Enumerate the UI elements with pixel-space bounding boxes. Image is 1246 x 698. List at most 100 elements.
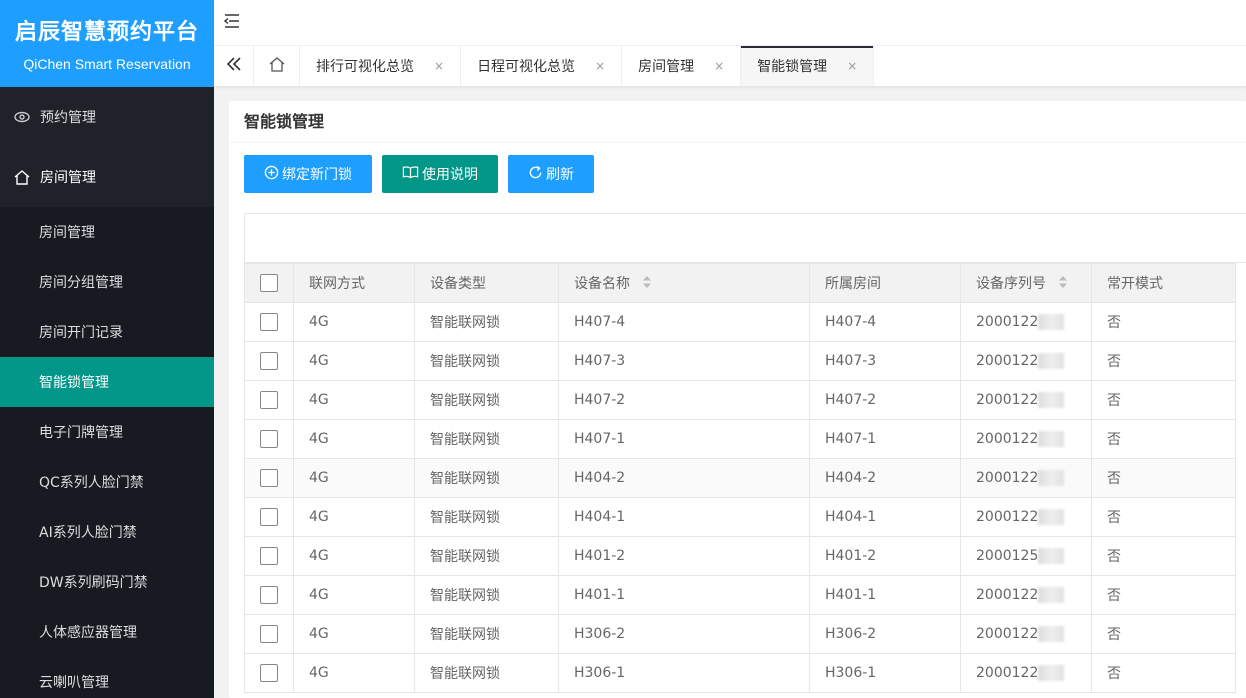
col-label: 设备名称 (574, 276, 630, 292)
sort-icon[interactable] (642, 275, 652, 293)
refresh-icon (528, 165, 546, 184)
table-row: 4G 智能联网锁 H401-2 H401-2 2000125 否 (244, 536, 1236, 576)
cell-normally-open: 否 (1091, 302, 1236, 342)
redacted-mask (1038, 548, 1065, 564)
row-select-cell[interactable] (244, 380, 294, 420)
cell-serial: 2000122 (960, 458, 1092, 498)
table-row: 4G 智能联网锁 H407-4 H407-4 2000122 否 (244, 302, 1236, 342)
col-device-type: 设备类型 (414, 263, 559, 303)
cell-normally-open: 否 (1091, 341, 1236, 381)
sidebar-item-reservation[interactable]: 预约管理 (0, 87, 214, 147)
manual-button[interactable]: 使用说明 (382, 155, 498, 193)
sidebar-subitem-room-manage[interactable]: 房间管理 (0, 207, 214, 257)
room-submenu: 房间管理 房间分组管理 房间开门记录 智能锁管理 电子门牌管理 QC系列人脸门禁… (0, 207, 214, 698)
brand-logo[interactable]: 启辰智慧预约平台 QiChen Smart Reservation (0, 0, 214, 87)
sidebar-subitem-qc-face[interactable]: QC系列人脸门禁 (0, 457, 214, 507)
cell-serial: 2000122 (960, 302, 1092, 342)
cell-network: 4G (293, 380, 415, 420)
bind-lock-button[interactable]: 绑定新门锁 (244, 155, 372, 193)
row-checkbox[interactable] (260, 664, 278, 682)
row-checkbox[interactable] (260, 547, 278, 565)
cell-serial: 2000122 (960, 380, 1092, 420)
row-select-cell[interactable] (244, 458, 294, 498)
row-checkbox[interactable] (260, 352, 278, 370)
cell-device-type: 智能联网锁 (414, 380, 559, 420)
sidebar-item-label: 预约管理 (40, 110, 96, 126)
cell-room: H401-2 (809, 536, 961, 576)
sort-icon[interactable] (1058, 275, 1068, 293)
sidebar-subitem-room-group[interactable]: 房间分组管理 (0, 257, 214, 307)
sidebar-subitem-door-plate[interactable]: 电子门牌管理 (0, 407, 214, 457)
cell-device-name: H404-2 (558, 458, 810, 498)
sidebar-subitem-ai-face[interactable]: AI系列人脸门禁 (0, 507, 214, 557)
serial-text: 2000122 (976, 626, 1039, 642)
sidebar-item-room[interactable]: 房间管理 (0, 147, 214, 207)
redacted-mask (1038, 431, 1065, 447)
tab-smart-lock[interactable]: 智能锁管理 × (741, 46, 875, 86)
row-checkbox[interactable] (260, 313, 278, 331)
table-row: 4G 智能联网锁 H306-2 H306-2 2000122 否 (244, 614, 1236, 654)
cell-network: 4G (293, 614, 415, 654)
tab-rank-overview[interactable]: 排行可视化总览 × (300, 46, 462, 86)
cell-device-type: 智能联网锁 (414, 458, 559, 498)
redacted-mask (1038, 587, 1065, 603)
row-select-cell[interactable] (244, 614, 294, 654)
serial-text: 2000122 (976, 314, 1039, 330)
tab-schedule-overview[interactable]: 日程可视化总览 × (461, 46, 623, 86)
cell-device-type: 智能联网锁 (414, 536, 559, 576)
row-select-cell[interactable] (244, 536, 294, 576)
row-select-cell[interactable] (244, 341, 294, 381)
serial-text: 2000122 (976, 431, 1039, 447)
cell-network: 4G (293, 653, 415, 693)
cell-room: H407-1 (809, 419, 961, 459)
row-checkbox[interactable] (260, 391, 278, 409)
select-all-cell[interactable] (244, 263, 294, 303)
sidebar-subitem-dw-code[interactable]: DW系列刷码门禁 (0, 557, 214, 607)
sidebar-subitem-smart-lock[interactable]: 智能锁管理 (0, 357, 214, 407)
cell-network: 4G (293, 575, 415, 615)
table-row: 4G 智能联网锁 H404-1 H404-1 2000122 否 (244, 497, 1236, 537)
close-icon[interactable]: × (434, 59, 444, 73)
tab-room-manage[interactable]: 房间管理 × (622, 46, 742, 86)
serial-text: 2000122 (976, 665, 1039, 681)
cell-room: H401-1 (809, 575, 961, 615)
row-select-cell[interactable] (244, 419, 294, 459)
select-all-checkbox[interactable] (260, 274, 278, 292)
serial-text: 2000125 (976, 548, 1039, 564)
row-checkbox[interactable] (260, 625, 278, 643)
collapse-menu-icon[interactable] (223, 14, 240, 32)
row-select-cell[interactable] (244, 575, 294, 615)
cell-device-type: 智能联网锁 (414, 575, 559, 615)
col-device-name[interactable]: 设备名称 (558, 263, 810, 303)
cell-network: 4G (293, 341, 415, 381)
brand-subtitle: QiChen Smart Reservation (23, 56, 191, 72)
sidebar-subitem-cloud-speaker[interactable]: 云喇叭管理 (0, 657, 214, 698)
cell-serial: 2000122 (960, 497, 1092, 537)
row-checkbox[interactable] (260, 586, 278, 604)
cell-device-type: 智能联网锁 (414, 341, 559, 381)
tab-home[interactable] (254, 46, 300, 86)
row-checkbox[interactable] (260, 469, 278, 487)
cell-room: H407-4 (809, 302, 961, 342)
cell-serial: 2000125 (960, 536, 1092, 576)
sidebar-subitem-motion-sensor[interactable]: 人体感应器管理 (0, 607, 214, 657)
cell-network: 4G (293, 419, 415, 459)
cell-device-type: 智能联网锁 (414, 419, 559, 459)
close-icon[interactable]: × (847, 59, 857, 73)
close-icon[interactable]: × (595, 59, 605, 73)
close-icon[interactable]: × (714, 59, 724, 73)
serial-text: 2000122 (976, 509, 1039, 525)
cell-device-name: H404-1 (558, 497, 810, 537)
cell-room: H404-1 (809, 497, 961, 537)
tab-scroll-left[interactable] (214, 46, 254, 86)
row-select-cell[interactable] (244, 302, 294, 342)
sidebar-subitem-door-records[interactable]: 房间开门记录 (0, 307, 214, 357)
cell-serial: 2000122 (960, 419, 1092, 459)
col-serial[interactable]: 设备序列号 (960, 263, 1092, 303)
row-checkbox[interactable] (260, 430, 278, 448)
row-select-cell[interactable] (244, 653, 294, 693)
row-select-cell[interactable] (244, 497, 294, 537)
refresh-button[interactable]: 刷新 (508, 155, 594, 193)
tab-label: 排行可视化总览 (316, 59, 414, 75)
row-checkbox[interactable] (260, 508, 278, 526)
